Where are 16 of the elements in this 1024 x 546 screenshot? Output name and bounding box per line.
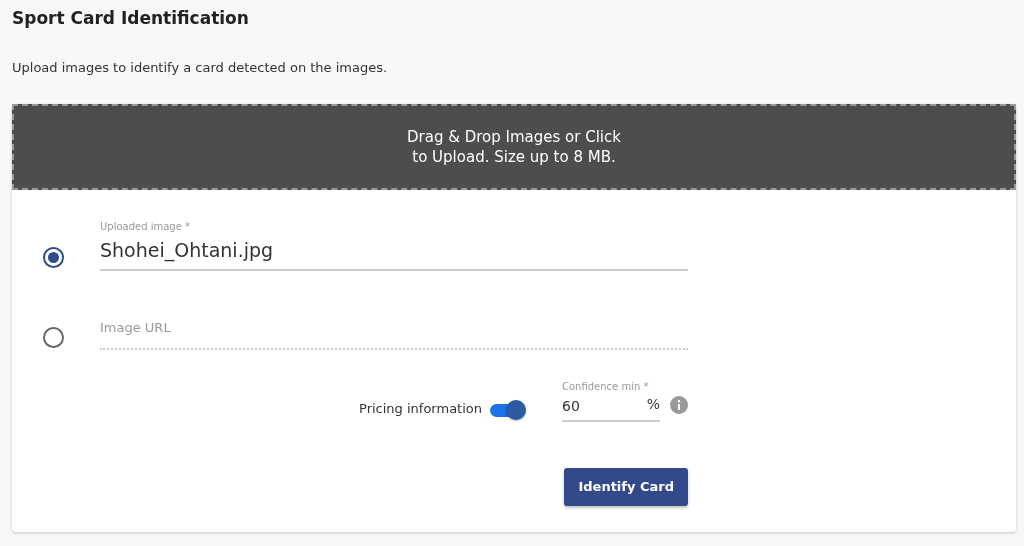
description: Upload images to identify a card detected on the images. xyxy=(12,59,389,77)
input-field[interactable]: 60 xyxy=(562,394,632,420)
drop-zone[interactable]: Drag & Drop Images or Click to Upload. Size up to 8 MB. xyxy=(12,104,1016,190)
toggle-label: Pricing information xyxy=(359,399,482,418)
unit-suffix: % xyxy=(646,395,660,414)
field-label: Confidence min * xyxy=(562,380,650,394)
info-icon[interactable] xyxy=(670,396,688,414)
drop-zone-text: Drag & Drop Images or Click to Upload. Size up to 8 MB. xyxy=(406,127,622,167)
field-label: Uploaded image * xyxy=(100,220,192,234)
radio-button[interactable] xyxy=(43,326,64,348)
page-title: Sport Card Identification xyxy=(12,7,250,30)
toggle-switch[interactable] xyxy=(490,400,526,420)
input-field[interactable]: Shohei_Ohtani.jpg xyxy=(100,234,688,271)
identify-button[interactable]: Identify Card xyxy=(564,468,688,506)
input-field[interactable]: Image URL xyxy=(100,300,688,350)
radio-button[interactable] xyxy=(43,246,64,268)
